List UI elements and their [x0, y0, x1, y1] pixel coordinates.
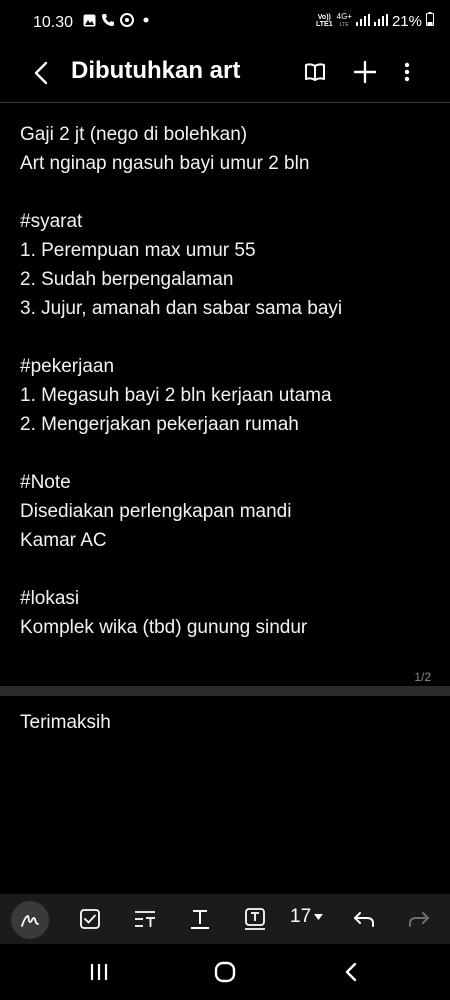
note-blank-line: [20, 439, 440, 468]
call-icon: [101, 13, 115, 27]
note-page-2-text[interactable]: Terimaksih: [20, 708, 111, 737]
home-button[interactable]: [205, 956, 245, 988]
recents-icon: [90, 964, 108, 980]
nav-back-button[interactable]: [331, 956, 371, 988]
dot-icon: [139, 13, 153, 27]
page-indicator: 1/2: [414, 670, 431, 684]
plus-icon: [354, 61, 376, 83]
note-line: 2. Mengerjakan pekerjaan rumah: [20, 414, 299, 435]
undo-button[interactable]: [345, 899, 383, 939]
back-icon: [345, 962, 357, 982]
book-icon: [305, 63, 325, 81]
add-button[interactable]: [347, 54, 383, 90]
note-line: #pekerjaan: [20, 356, 115, 377]
text-style-button[interactable]: [126, 899, 164, 939]
note-line: #lokasi: [20, 588, 80, 609]
note-blank-line: [20, 178, 440, 207]
note-content[interactable]: Gaji 2 jt (nego di bolehkan) Art nginap n…: [20, 120, 440, 642]
text-box-button[interactable]: [236, 899, 274, 939]
note-line: 3. Jujur, amanah dan sabar sama bayi: [20, 298, 343, 319]
network-indicator: 4G+ LTE: [336, 12, 352, 29]
redo-button[interactable]: [400, 899, 438, 939]
note-line: Art nginap ngasuh bayi umur 2 bln: [20, 153, 310, 174]
formatting-toolbar: 17: [0, 894, 450, 944]
note-line: 1. Perempuan max umur 55: [20, 240, 256, 261]
home-icon: [214, 961, 236, 983]
checkbox-button[interactable]: [71, 899, 109, 939]
page-break: [0, 686, 450, 696]
battery-percent: 21%: [391, 12, 422, 30]
app-header: Dibutuhkan art: [0, 48, 450, 100]
note-line: #Note: [20, 472, 71, 493]
more-options-button[interactable]: [389, 54, 425, 90]
status-time: 10.30: [33, 14, 74, 31]
battery-icon: [426, 12, 434, 30]
recents-button[interactable]: [79, 956, 119, 988]
pen-button[interactable]: [11, 901, 49, 939]
gallery-icon: [82, 13, 96, 27]
system-nav-bar: [0, 944, 450, 1000]
undo-icon: [354, 912, 374, 927]
note-line: Gaji 2 jt (nego di bolehkan): [20, 124, 248, 145]
status-bar: 10.30 Vo)) LTE1 4G+ LTE 21%: [0, 0, 450, 48]
system-status: Vo)) LTE1 4G+ LTE 21%: [316, 12, 434, 30]
note-blank-line: [20, 555, 440, 584]
note-line: Kamar AC: [20, 530, 107, 551]
signal-icon: [355, 13, 370, 30]
reading-mode-button[interactable]: [297, 54, 333, 90]
chevron-down-icon: [314, 914, 324, 920]
header-divider: [0, 102, 450, 103]
back-button[interactable]: [26, 56, 56, 90]
pen-icon: [21, 915, 39, 927]
note-line: 1. Megasuh bayi 2 bln kerjaan utama: [20, 385, 332, 406]
vpn-icon: [120, 13, 134, 27]
text-box-icon: [245, 908, 265, 930]
text-format-icon: [191, 910, 209, 929]
note-line: 2. Sudah berpengalaman: [20, 269, 234, 290]
font-size-dropdown[interactable]: 17: [290, 906, 324, 928]
notification-icons: [82, 13, 153, 27]
chevron-left-icon: [34, 61, 48, 85]
page-title: Dibutuhkan art: [71, 57, 241, 84]
more-vertical-icon: [404, 62, 410, 82]
text-format-button[interactable]: [181, 899, 219, 939]
checkbox-icon: [80, 909, 100, 929]
signal-icon-2: [373, 13, 388, 30]
note-line: Disediakan perlengkapan mandi: [20, 501, 292, 522]
note-line: Komplek wika (tbd) gunung sindur: [20, 617, 308, 638]
volte-indicator: Vo)) LTE1: [316, 14, 333, 28]
note-blank-line: [20, 323, 440, 352]
note-line: #syarat: [20, 211, 83, 232]
text-style-icon: [135, 911, 155, 927]
font-size-value: 17: [290, 906, 312, 927]
redo-icon: [409, 912, 429, 927]
